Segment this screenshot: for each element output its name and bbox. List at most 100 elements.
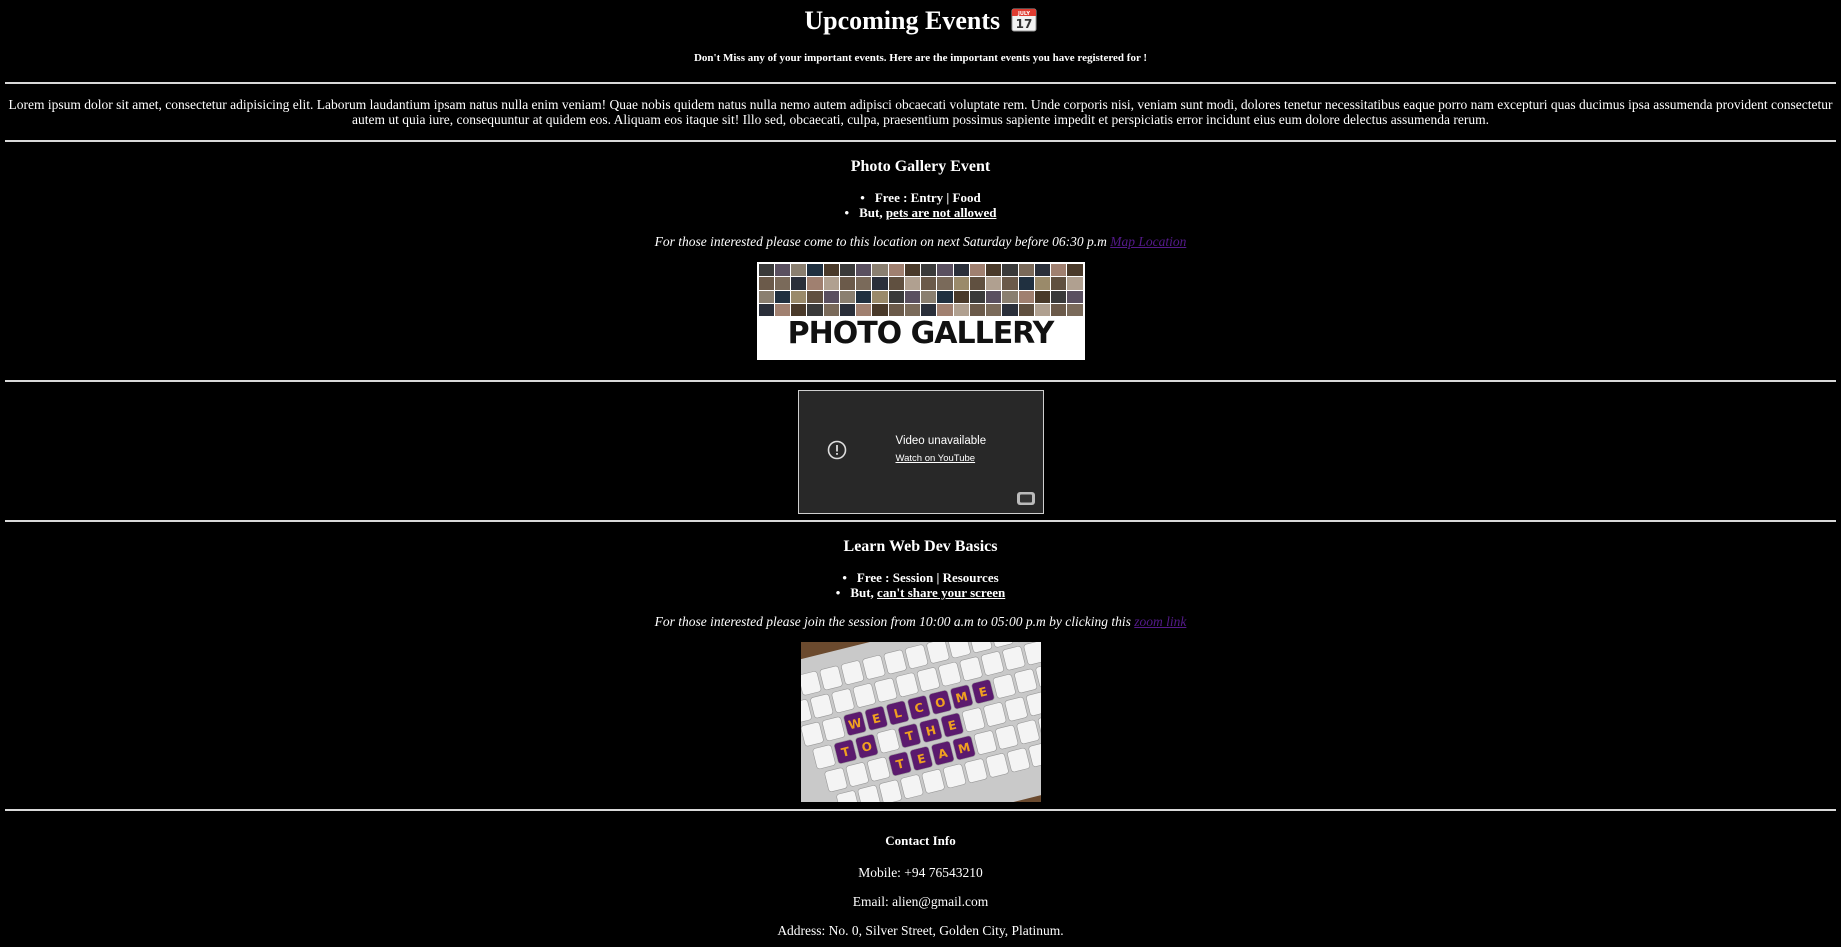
event-note: For those interested please join the ses… <box>5 614 1836 630</box>
photo-thumbnail <box>1002 277 1018 290</box>
watch-on-youtube-link[interactable]: Watch on YouTube <box>896 453 976 464</box>
photo-thumbnails <box>758 264 1083 316</box>
video-unavailable-text: Video unavailable <box>895 435 987 447</box>
photo-thumbnail <box>904 303 920 316</box>
list-item: But, pets are not allowed <box>5 205 1836 220</box>
photo-thumbnail <box>953 303 969 316</box>
photo-thumbnail <box>823 303 839 316</box>
contact-heading: Contact Info <box>885 833 956 848</box>
photo-thumbnail <box>774 277 790 290</box>
photo-thumbnail <box>758 264 774 277</box>
photo-thumbnail <box>1067 303 1083 316</box>
event-note-text: For those interested please join the ses… <box>654 614 1131 629</box>
divider <box>5 380 1836 382</box>
photo-thumbnail <box>791 303 807 316</box>
photo-thumbnail <box>969 264 985 277</box>
photo-thumbnail <box>1034 290 1050 303</box>
photo-thumbnail <box>807 290 823 303</box>
photo-thumbnail <box>1067 277 1083 290</box>
photo-gallery-image: PHOTO GALLERY <box>756 262 1085 360</box>
photo-thumbnail <box>888 277 904 290</box>
photo-thumbnail <box>953 264 969 277</box>
photo-thumbnail <box>791 290 807 303</box>
photo-thumbnail <box>937 264 953 277</box>
list-item-prefix: But, <box>850 585 874 600</box>
photo-thumbnail <box>1034 264 1050 277</box>
photo-thumbnail <box>1002 264 1018 277</box>
photo-thumbnail <box>856 277 872 290</box>
photo-thumbnail <box>872 264 888 277</box>
photo-thumbnail <box>872 290 888 303</box>
alert-icon <box>827 440 846 460</box>
divider <box>5 520 1836 522</box>
photo-thumbnail <box>953 290 969 303</box>
list-item-prefix: But, <box>859 205 883 220</box>
youtube-icon[interactable] <box>1016 492 1035 505</box>
photo-thumbnail <box>986 303 1002 316</box>
page: Upcoming Events JULY 17 Don't Miss any o… <box>0 6 1841 939</box>
page-subtitle: Don't Miss any of your important events.… <box>693 52 1148 64</box>
photo-thumbnail <box>774 290 790 303</box>
youtube-embed[interactable]: Video unavailable Watch on YouTube <box>797 390 1044 514</box>
photo-thumbnail <box>872 277 888 290</box>
event-note-text: For those interested please come to this… <box>654 234 1107 249</box>
calendar-icon: JULY 17 <box>1011 8 1037 32</box>
list-item: Free : Session | Resources <box>5 570 1836 585</box>
photo-thumbnail <box>904 277 920 290</box>
photo-thumbnail <box>1018 277 1034 290</box>
photo-thumbnail <box>807 303 823 316</box>
screen-share-policy-link[interactable]: can't share your screen <box>877 585 1005 600</box>
contact-address: Address: No. 0, Silver Street, Golden Ci… <box>777 923 1064 938</box>
photo-thumbnail <box>921 277 937 290</box>
photo-thumbnail <box>904 264 920 277</box>
photo-thumbnail <box>969 277 985 290</box>
photo-thumbnail <box>839 303 855 316</box>
photo-thumbnail <box>888 303 904 316</box>
photo-thumbnail <box>888 264 904 277</box>
contact-mobile: Mobile: +94 76543210 <box>858 865 983 880</box>
svg-text:17: 17 <box>1015 17 1032 31</box>
photo-thumbnail <box>1018 264 1034 277</box>
map-location-link[interactable]: Map Location <box>1110 234 1186 249</box>
contact-info: Contact Info Mobile: +94 76543210 Email:… <box>5 833 1836 939</box>
photo-thumbnail <box>807 264 823 277</box>
photo-thumbnail <box>986 264 1002 277</box>
photo-thumbnail <box>937 290 953 303</box>
photo-thumbnail <box>774 264 790 277</box>
photo-thumbnail <box>1034 277 1050 290</box>
photo-thumbnail <box>1002 303 1018 316</box>
photo-thumbnail <box>986 290 1002 303</box>
photo-thumbnail <box>953 277 969 290</box>
photo-thumbnail <box>921 290 937 303</box>
contact-email: Email: alien@gmail.com <box>852 894 989 909</box>
photo-thumbnail <box>969 290 985 303</box>
photo-thumbnail <box>1067 264 1083 277</box>
photo-thumbnail <box>1067 290 1083 303</box>
list-item-text: Free : Session | Resources <box>856 570 999 585</box>
photo-thumbnail <box>823 264 839 277</box>
photo-thumbnail <box>856 290 872 303</box>
photo-thumbnail <box>937 303 953 316</box>
zoom-link[interactable]: zoom link <box>1134 614 1186 629</box>
photo-thumbnail <box>823 277 839 290</box>
pets-policy-link[interactable]: pets are not allowed <box>886 205 997 220</box>
event-title: Photo Gallery Event <box>850 158 991 175</box>
photo-thumbnail <box>921 303 937 316</box>
photo-thumbnail <box>1051 264 1067 277</box>
event-details-list: Free : Session | Resources But, can't sh… <box>5 570 1836 600</box>
photo-thumbnail <box>986 277 1002 290</box>
photo-thumbnail <box>904 290 920 303</box>
list-item-text: Free : Entry | Food <box>874 190 981 205</box>
divider <box>5 809 1836 811</box>
photo-thumbnail <box>839 277 855 290</box>
photo-thumbnail <box>888 290 904 303</box>
photo-thumbnail <box>1051 277 1067 290</box>
event-note: For those interested please come to this… <box>5 234 1836 250</box>
welcome-keyboard-image: W E L C O M ET OT H ET E A M <box>800 642 1041 802</box>
photo-thumbnail <box>807 277 823 290</box>
photo-thumbnail <box>823 290 839 303</box>
photo-thumbnail <box>758 290 774 303</box>
event-web-dev: Learn Web Dev Basics Free : Session | Re… <box>5 538 1836 802</box>
photo-thumbnail <box>1018 290 1034 303</box>
photo-thumbnail <box>856 264 872 277</box>
